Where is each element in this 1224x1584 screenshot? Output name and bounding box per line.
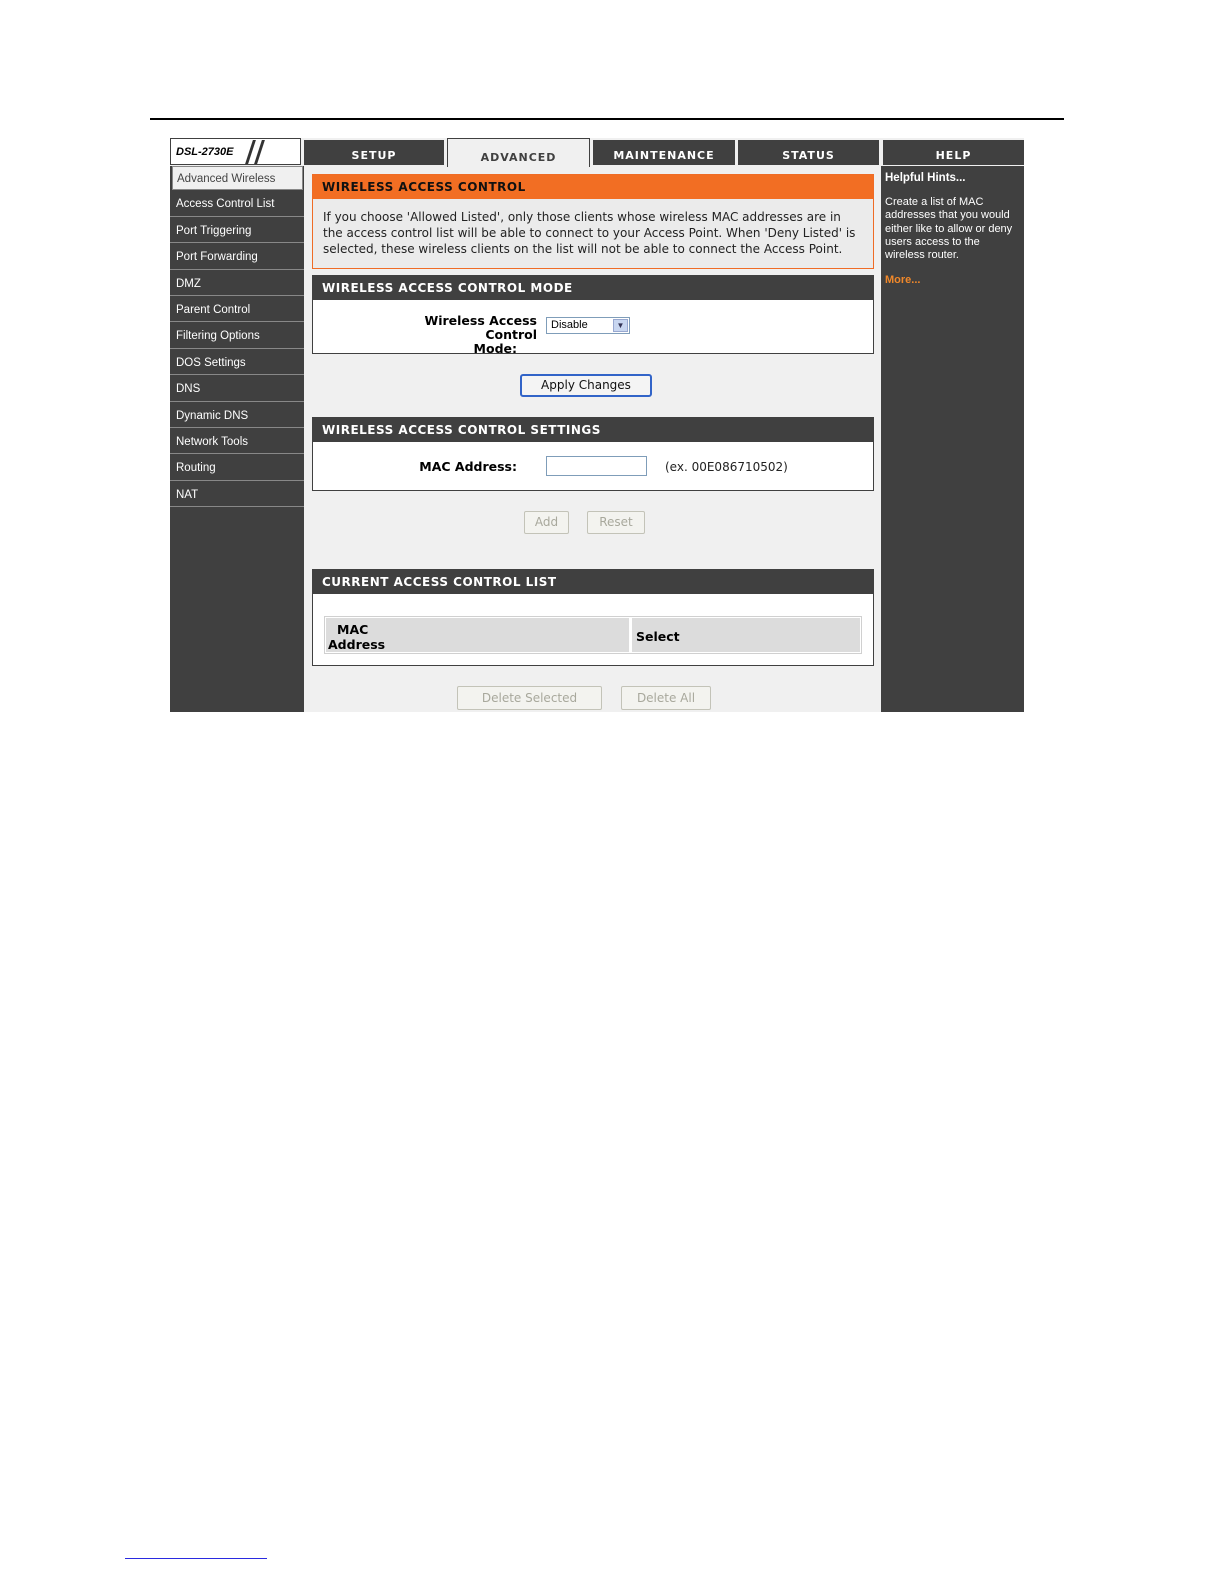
mac-address-label: MAC Address: [419, 459, 517, 474]
sidebar-item-access-control-list[interactable]: Access Control List [170, 192, 304, 217]
page-top-rule [150, 118, 1064, 120]
section-title: WIRELESS ACCESS CONTROL SETTINGS [313, 418, 873, 442]
section-title: WIRELESS ACCESS CONTROL [313, 175, 873, 199]
help-text: Create a list of MAC addresses that you … [885, 196, 1013, 262]
model-logo: DSL-2730E [170, 138, 301, 165]
footnote-rule [125, 1558, 267, 1559]
delete-all-button[interactable]: Delete All [621, 686, 711, 710]
tab-maintenance[interactable]: MAINTENANCE [593, 140, 735, 165]
sidebar: Advanced Wireless Access Control List Po… [170, 166, 304, 712]
mac-address-hint: (ex. 00E086710502) [665, 460, 788, 474]
access-control-table: MAC Address Select [324, 616, 862, 654]
sidebar-item-parent-control[interactable]: Parent Control [170, 298, 304, 323]
access-control-settings-section: WIRELESS ACCESS CONTROL SETTINGS MAC Add… [312, 417, 874, 491]
intro-description: If you choose 'Allowed Listed', only tho… [323, 210, 856, 256]
sidebar-item-dmz[interactable]: DMZ [170, 272, 304, 296]
tab-advanced[interactable]: ADVANCED [447, 138, 590, 167]
mac-address-input[interactable] [546, 456, 647, 476]
helpful-hints-panel: Helpful Hints... Create a list of MAC ad… [881, 166, 1024, 712]
sidebar-item-port-forwarding[interactable]: Port Forwarding [170, 245, 304, 270]
sidebar-item-nat[interactable]: NAT [170, 483, 304, 508]
sidebar-item-network-tools[interactable]: Network Tools [170, 430, 304, 455]
chevron-down-icon: ▼ [613, 319, 628, 332]
sidebar-item-routing[interactable]: Routing [170, 456, 304, 481]
current-access-control-list-section: CURRENT ACCESS CONTROL LIST MAC Address … [312, 569, 874, 666]
apply-changes-button[interactable]: Apply Changes [520, 374, 652, 397]
model-name: DSL-2730E [176, 146, 234, 158]
sidebar-item-advanced-wireless[interactable]: Advanced Wireless [172, 166, 303, 191]
sidebar-item-filtering-options[interactable]: Filtering Options [170, 324, 304, 349]
access-control-mode-section: WIRELESS ACCESS CONTROL MODE Wireless Ac… [312, 275, 874, 356]
tab-setup[interactable]: SETUP [304, 140, 444, 165]
help-more-link[interactable]: More... [885, 274, 1020, 286]
tab-help[interactable]: HELP [883, 140, 1024, 165]
add-button[interactable]: Add [524, 511, 569, 534]
tab-status[interactable]: STATUS [738, 140, 879, 165]
reset-button[interactable]: Reset [587, 511, 645, 534]
router-admin-window: DSL-2730E SETUP ADVANCED MAINTENANCE STA… [170, 138, 1024, 712]
sidebar-item-dynamic-dns[interactable]: Dynamic DNS [170, 404, 304, 428]
mode-label: Wireless Access Control Mode: [424, 313, 537, 356]
sidebar-item-dos-settings[interactable]: DOS Settings [170, 351, 304, 376]
mode-select[interactable]: Disable ▼ [546, 317, 630, 334]
logo-slash-icon [254, 140, 265, 164]
section-title: WIRELESS ACCESS CONTROL MODE [313, 276, 873, 300]
column-header-mac-address: MAC Address [326, 618, 629, 652]
delete-selected-button[interactable]: Delete Selected [457, 686, 602, 710]
wireless-access-control-intro: WIRELESS ACCESS CONTROL If you choose 'A… [312, 174, 874, 269]
sidebar-item-dns[interactable]: DNS [170, 377, 304, 402]
column-header-select: Select [632, 618, 860, 652]
help-title: Helpful Hints... [885, 172, 966, 184]
sidebar-item-port-triggering[interactable]: Port Triggering [170, 219, 304, 244]
section-title: CURRENT ACCESS CONTROL LIST [313, 570, 873, 594]
